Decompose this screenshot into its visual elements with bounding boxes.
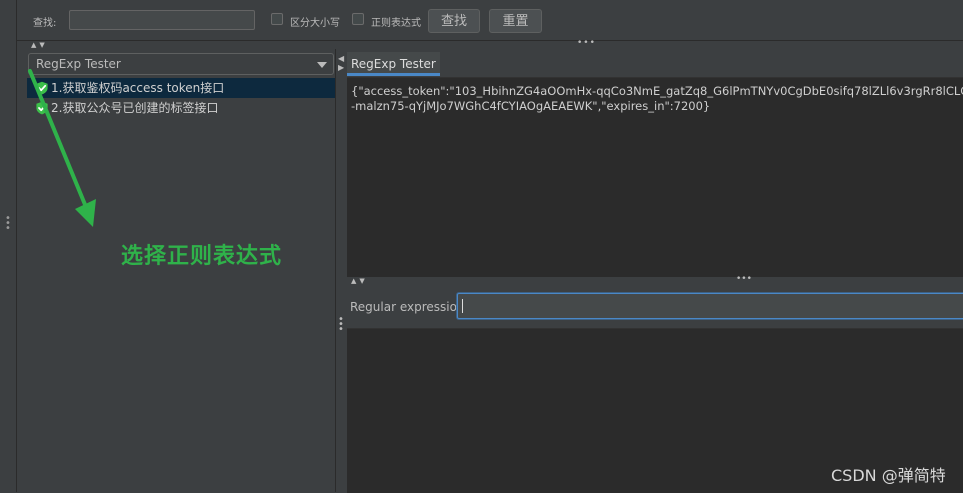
reset-button[interactable]: 重置 — [489, 9, 542, 33]
splitter-arrows-icon[interactable]: ◀ ▶ — [338, 54, 344, 72]
chevron-down-icon[interactable] — [317, 62, 327, 68]
regex-field-label: Regular expression: — [350, 300, 469, 314]
case-sensitive-label: 区分大小写 — [290, 18, 340, 29]
renderer-select[interactable]: RegExp Tester — [28, 53, 334, 75]
regex-checkbox[interactable] — [352, 13, 364, 25]
splitter-grip-icon[interactable]: ••• — [338, 315, 344, 335]
response-line: {"access_token":"103_HbihnZG4aOOmHx-qqCo… — [351, 84, 963, 98]
regex-input-row: Regular expression: — [347, 287, 963, 327]
result-item[interactable]: 2.获取公众号已创建的标签接口 — [27, 98, 335, 118]
regex-input[interactable] — [457, 293, 963, 319]
find-button[interactable]: 查找 — [428, 9, 480, 33]
splitter-grip-icon[interactable]: ••• — [736, 274, 752, 284]
success-shield-icon — [36, 81, 48, 95]
search-label: 查找: — [33, 18, 57, 29]
splitter-arrows-icon[interactable]: ▲▼ — [31, 41, 48, 49]
regex-checkbox-label: 正则表达式 — [371, 18, 421, 29]
vertical-splitter[interactable]: ◀ ▶ • • • — [335, 49, 347, 492]
search-bar: 查找: 区分大小写 正则表达式 查找 重置 — [17, 0, 963, 41]
result-list: 1.获取鉴权码access token接口 2.获取公众号已创建的标签接口 — [27, 78, 335, 118]
results-tree-panel: RegExp Tester 1.获取鉴权码access token接口 2.获取… — [17, 49, 335, 492]
annotation-text: 选择正则表达式 — [121, 244, 283, 269]
left-gutter: • • • — [0, 0, 17, 492]
text-caret — [462, 299, 463, 313]
response-text-area[interactable]: {"access_token":"103_HbihnZG4aOOmHx-qqCo… — [347, 77, 963, 276]
top-splitter[interactable]: ▲▼ ••• — [17, 38, 963, 49]
renderer-select-value: RegExp Tester — [36, 57, 121, 71]
regexp-tester-panel: RegExp Tester {"access_token":"103_Hbihn… — [347, 49, 963, 493]
response-line: -malzn75-qYjMJo7WGhC4fCYIAOgAEAEWK","exp… — [351, 99, 711, 113]
gutter-grip-icon[interactable]: • • • — [5, 214, 11, 234]
tab-regexp-tester[interactable]: RegExp Tester — [347, 52, 440, 76]
splitter-grip-icon[interactable]: ••• — [577, 38, 596, 48]
response-text: {"access_token":"103_HbihnZG4aOOmHx-qqCo… — [351, 84, 963, 114]
splitter-arrows-icon[interactable]: ▲▼ — [351, 277, 368, 285]
case-sensitive-checkbox[interactable] — [271, 13, 283, 25]
watermark: CSDN @弹简特 — [831, 466, 946, 485]
result-item-label: 1.获取鉴权码access token接口 — [51, 81, 225, 95]
result-item-label: 2.获取公众号已创建的标签接口 — [51, 101, 219, 115]
success-shield-icon — [36, 101, 48, 115]
result-item[interactable]: 1.获取鉴权码access token接口 — [27, 78, 335, 98]
search-input[interactable] — [69, 10, 255, 30]
